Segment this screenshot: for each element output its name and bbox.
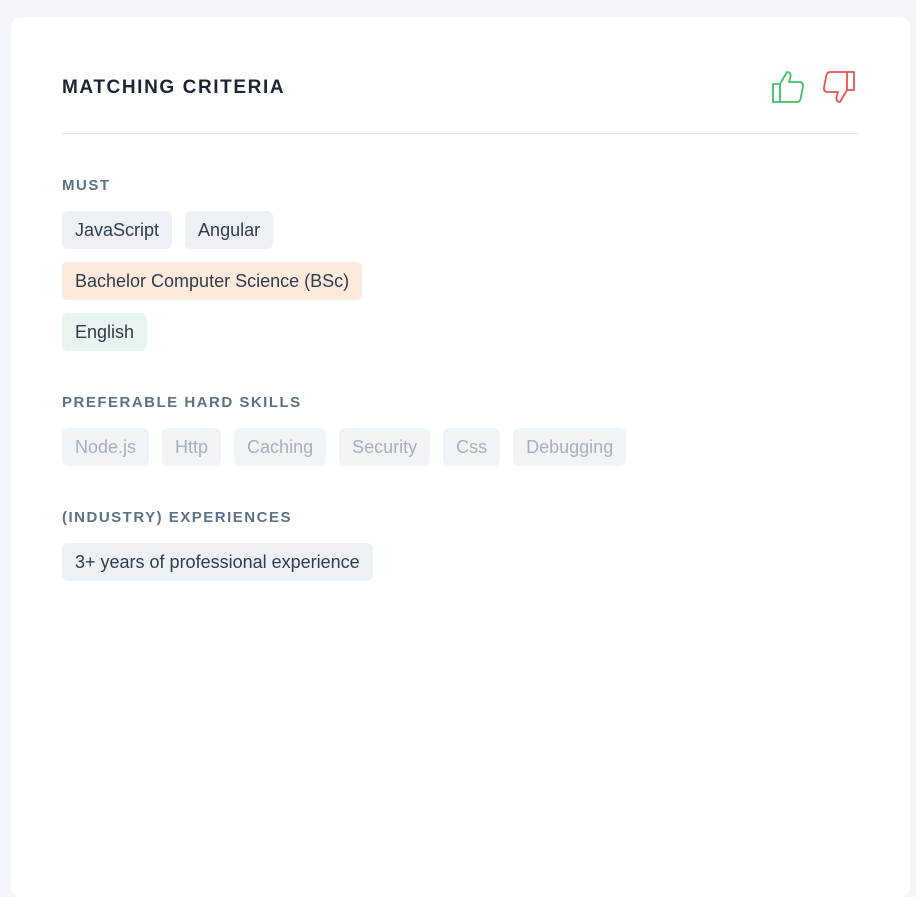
must-tags-row-1: JavaScript Angular <box>62 211 274 249</box>
card-title: MATCHING CRITERIA <box>62 77 286 98</box>
tag-javascript[interactable]: JavaScript <box>62 211 173 249</box>
experiences-tags-row: 3+ years of professional experience <box>62 543 373 581</box>
preferable-section-label: PREFERABLE HARD SKILLS <box>62 394 302 411</box>
tag-angular[interactable]: Angular <box>185 211 274 249</box>
must-section-label: MUST <box>62 177 111 194</box>
tag-english[interactable]: English <box>62 313 148 351</box>
experiences-section-label: (INDUSTRY) EXPERIENCES <box>62 509 292 526</box>
tag-http[interactable]: Http <box>162 428 222 466</box>
matching-criteria-card: MATCHING CRITERIA MUST JavaScript Angula… <box>11 17 910 897</box>
tag-css[interactable]: Css <box>443 428 501 466</box>
must-tags-row-3: English <box>62 313 148 351</box>
card-header: MATCHING CRITERIA <box>62 69 859 134</box>
tag-bachelor-computer-science[interactable]: Bachelor Computer Science (BSc) <box>62 262 363 300</box>
thumbs-down-icon[interactable] <box>822 69 856 105</box>
tag-security[interactable]: Security <box>339 428 431 466</box>
must-tags-row-2: Bachelor Computer Science (BSc) <box>62 262 363 300</box>
tag-nodejs[interactable]: Node.js <box>62 428 150 466</box>
tag-caching[interactable]: Caching <box>234 428 327 466</box>
thumbs-up-icon[interactable] <box>771 69 805 105</box>
tag-professional-experience[interactable]: 3+ years of professional experience <box>62 543 373 581</box>
preferable-tags-row: Node.js Http Caching Security Css Debugg… <box>62 428 627 466</box>
tag-debugging[interactable]: Debugging <box>513 428 627 466</box>
